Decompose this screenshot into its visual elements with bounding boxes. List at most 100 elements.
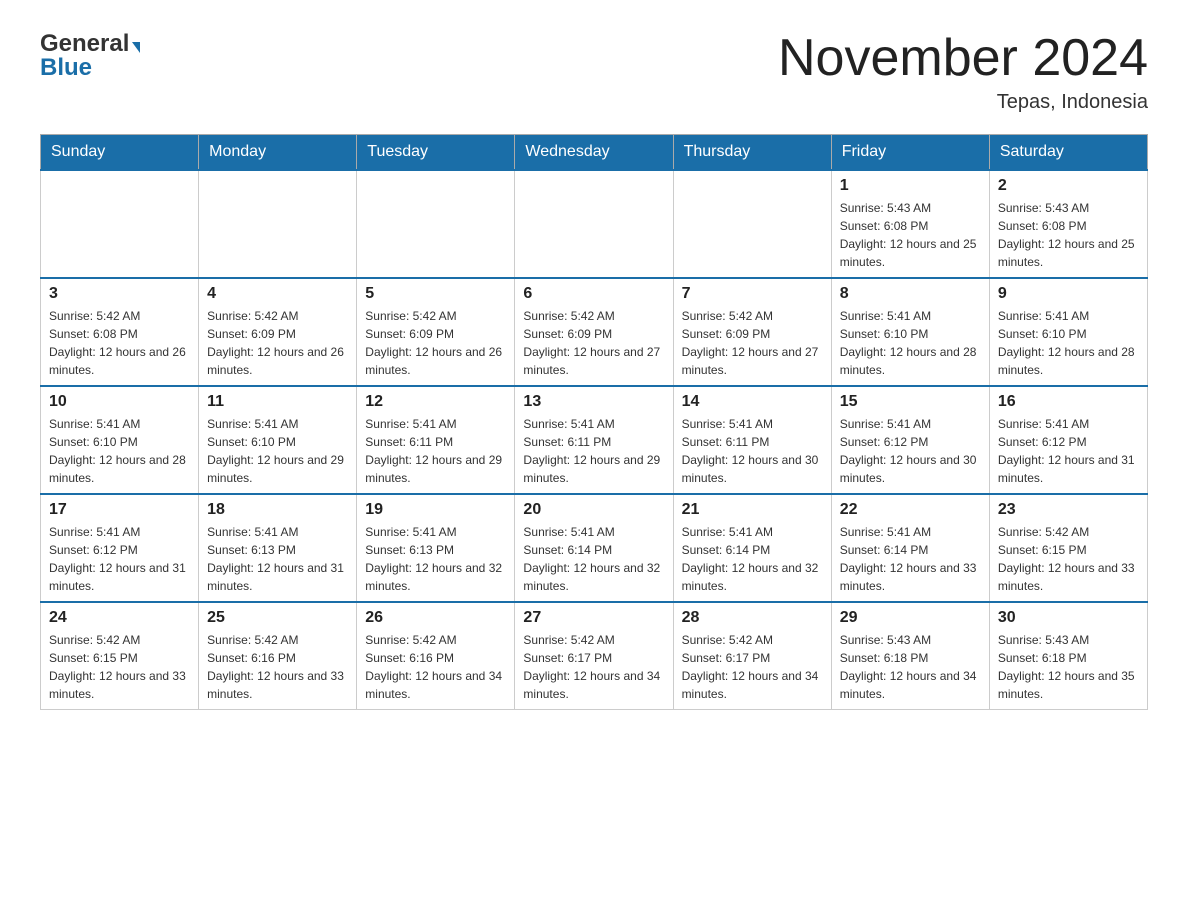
day-of-week-header: Wednesday: [515, 135, 673, 171]
calendar-week-row: 10 Sunrise: 5:41 AMSunset: 6:10 PMDayligh…: [41, 386, 1148, 494]
day-number: 18: [207, 501, 348, 519]
day-sun-info: Sunrise: 5:41 AMSunset: 6:14 PMDaylight:…: [523, 523, 664, 595]
day-number: 9: [998, 285, 1139, 303]
day-sun-info: Sunrise: 5:41 AMSunset: 6:12 PMDaylight:…: [840, 415, 981, 487]
day-of-week-header: Sunday: [41, 135, 199, 171]
day-sun-info: Sunrise: 5:42 AMSunset: 6:09 PMDaylight:…: [365, 307, 506, 379]
calendar-day-cell: 25 Sunrise: 5:42 AMSunset: 6:16 PMDayligh…: [199, 602, 357, 710]
calendar-day-cell: 13 Sunrise: 5:41 AMSunset: 6:11 PMDayligh…: [515, 386, 673, 494]
calendar-day-cell: 22Sunrise: 5:41 AMSunset: 6:14 PMDayligh…: [831, 494, 989, 602]
day-number: 26: [365, 609, 506, 627]
day-number: 20: [523, 501, 664, 519]
calendar-day-cell: 9 Sunrise: 5:41 AMSunset: 6:10 PMDaylight…: [989, 278, 1147, 386]
day-number: 6: [523, 285, 664, 303]
day-sun-info: Sunrise: 5:41 AMSunset: 6:13 PMDaylight:…: [207, 523, 348, 595]
day-sun-info: Sunrise: 5:42 AMSunset: 6:17 PMDaylight:…: [523, 631, 664, 703]
calendar-day-cell: 16Sunrise: 5:41 AMSunset: 6:12 PMDayligh…: [989, 386, 1147, 494]
day-sun-info: Sunrise: 5:42 AMSunset: 6:08 PMDaylight:…: [49, 307, 190, 379]
day-number: 27: [523, 609, 664, 627]
day-sun-info: Sunrise: 5:41 AMSunset: 6:11 PMDaylight:…: [523, 415, 664, 487]
day-sun-info: Sunrise: 5:43 AMSunset: 6:08 PMDaylight:…: [998, 199, 1139, 271]
day-number: 25: [207, 609, 348, 627]
calendar-day-cell: 15 Sunrise: 5:41 AMSunset: 6:12 PMDayligh…: [831, 386, 989, 494]
calendar-table: SundayMondayTuesdayWednesdayThursdayFrid…: [40, 134, 1148, 710]
day-sun-info: Sunrise: 5:42 AMSunset: 6:09 PMDaylight:…: [523, 307, 664, 379]
day-number: 10: [49, 393, 190, 411]
day-number: 19: [365, 501, 506, 519]
location: Tepas, Indonesia: [778, 91, 1148, 114]
logo: General Blue: [40, 30, 140, 82]
calendar-day-cell: 2Sunrise: 5:43 AMSunset: 6:08 PMDaylight…: [989, 170, 1147, 278]
calendar-day-cell: 19 Sunrise: 5:41 AMSunset: 6:13 PMDayligh…: [357, 494, 515, 602]
calendar-day-cell: 26 Sunrise: 5:42 AMSunset: 6:16 PMDayligh…: [357, 602, 515, 710]
calendar-day-cell: 21Sunrise: 5:41 AMSunset: 6:14 PMDayligh…: [673, 494, 831, 602]
day-number: 12: [365, 393, 506, 411]
day-number: 23: [998, 501, 1139, 519]
day-number: 29: [840, 609, 981, 627]
day-number: 15: [840, 393, 981, 411]
day-number: 24: [49, 609, 190, 627]
logo-blue-text: Blue: [40, 54, 92, 82]
calendar-day-cell: 23 Sunrise: 5:42 AMSunset: 6:15 PMDayligh…: [989, 494, 1147, 602]
day-number: 8: [840, 285, 981, 303]
calendar-day-cell: 14 Sunrise: 5:41 AMSunset: 6:11 PMDayligh…: [673, 386, 831, 494]
calendar-day-cell: 17Sunrise: 5:41 AMSunset: 6:12 PMDayligh…: [41, 494, 199, 602]
calendar-day-cell: [357, 170, 515, 278]
calendar-week-row: 17Sunrise: 5:41 AMSunset: 6:12 PMDayligh…: [41, 494, 1148, 602]
calendar-header-row: SundayMondayTuesdayWednesdayThursdayFrid…: [41, 135, 1148, 171]
calendar-week-row: 3 Sunrise: 5:42 AMSunset: 6:08 PMDaylight…: [41, 278, 1148, 386]
day-number: 11: [207, 393, 348, 411]
calendar-day-cell: 10Sunrise: 5:41 AMSunset: 6:10 PMDayligh…: [41, 386, 199, 494]
day-number: 16: [998, 393, 1139, 411]
day-sun-info: Sunrise: 5:42 AMSunset: 6:16 PMDaylight:…: [207, 631, 348, 703]
day-number: 30: [998, 609, 1139, 627]
calendar-day-cell: [199, 170, 357, 278]
logo-arrow-icon: [132, 42, 140, 53]
calendar-day-cell: [515, 170, 673, 278]
day-of-week-header: Friday: [831, 135, 989, 171]
calendar-day-cell: 1 Sunrise: 5:43 AMSunset: 6:08 PMDaylight…: [831, 170, 989, 278]
calendar-day-cell: [41, 170, 199, 278]
day-sun-info: Sunrise: 5:43 AMSunset: 6:18 PMDaylight:…: [998, 631, 1139, 703]
calendar-day-cell: 18 Sunrise: 5:41 AMSunset: 6:13 PMDayligh…: [199, 494, 357, 602]
day-sun-info: Sunrise: 5:41 AMSunset: 6:13 PMDaylight:…: [365, 523, 506, 595]
calendar-day-cell: 20 Sunrise: 5:41 AMSunset: 6:14 PMDayligh…: [515, 494, 673, 602]
day-number: 1: [840, 177, 981, 195]
day-sun-info: Sunrise: 5:41 AMSunset: 6:10 PMDaylight:…: [840, 307, 981, 379]
title-section: November 2024 Tepas, Indonesia: [778, 30, 1148, 114]
calendar-day-cell: 3 Sunrise: 5:42 AMSunset: 6:08 PMDaylight…: [41, 278, 199, 386]
day-of-week-header: Tuesday: [357, 135, 515, 171]
day-of-week-header: Monday: [199, 135, 357, 171]
day-sun-info: Sunrise: 5:43 AMSunset: 6:08 PMDaylight:…: [840, 199, 981, 271]
day-number: 7: [682, 285, 823, 303]
day-sun-info: Sunrise: 5:42 AMSunset: 6:16 PMDaylight:…: [365, 631, 506, 703]
day-of-week-header: Thursday: [673, 135, 831, 171]
day-number: 4: [207, 285, 348, 303]
day-number: 21: [682, 501, 823, 519]
day-number: 22: [840, 501, 981, 519]
day-number: 14: [682, 393, 823, 411]
month-title: November 2024: [778, 30, 1148, 87]
calendar-day-cell: 8 Sunrise: 5:41 AMSunset: 6:10 PMDaylight…: [831, 278, 989, 386]
day-sun-info: Sunrise: 5:42 AMSunset: 6:09 PMDaylight:…: [682, 307, 823, 379]
day-number: 3: [49, 285, 190, 303]
day-sun-info: Sunrise: 5:41 AMSunset: 6:10 PMDaylight:…: [998, 307, 1139, 379]
calendar-day-cell: 11 Sunrise: 5:41 AMSunset: 6:10 PMDayligh…: [199, 386, 357, 494]
calendar-day-cell: 6 Sunrise: 5:42 AMSunset: 6:09 PMDaylight…: [515, 278, 673, 386]
calendar-day-cell: 27 Sunrise: 5:42 AMSunset: 6:17 PMDayligh…: [515, 602, 673, 710]
day-sun-info: Sunrise: 5:41 AMSunset: 6:11 PMDaylight:…: [682, 415, 823, 487]
calendar-day-cell: 12 Sunrise: 5:41 AMSunset: 6:11 PMDayligh…: [357, 386, 515, 494]
day-sun-info: Sunrise: 5:41 AMSunset: 6:10 PMDaylight:…: [207, 415, 348, 487]
day-sun-info: Sunrise: 5:43 AMSunset: 6:18 PMDaylight:…: [840, 631, 981, 703]
calendar-week-row: 1 Sunrise: 5:43 AMSunset: 6:08 PMDaylight…: [41, 170, 1148, 278]
day-number: 5: [365, 285, 506, 303]
day-number: 13: [523, 393, 664, 411]
calendar-day-cell: 7 Sunrise: 5:42 AMSunset: 6:09 PMDaylight…: [673, 278, 831, 386]
page-header: General Blue November 2024 Tepas, Indone…: [40, 30, 1148, 114]
day-sun-info: Sunrise: 5:41 AMSunset: 6:12 PMDaylight:…: [49, 523, 190, 595]
calendar-day-cell: [673, 170, 831, 278]
day-sun-info: Sunrise: 5:41 AMSunset: 6:11 PMDaylight:…: [365, 415, 506, 487]
calendar-day-cell: 28Sunrise: 5:42 AMSunset: 6:17 PMDayligh…: [673, 602, 831, 710]
calendar-day-cell: 30 Sunrise: 5:43 AMSunset: 6:18 PMDayligh…: [989, 602, 1147, 710]
day-sun-info: Sunrise: 5:42 AMSunset: 6:15 PMDaylight:…: [998, 523, 1139, 595]
